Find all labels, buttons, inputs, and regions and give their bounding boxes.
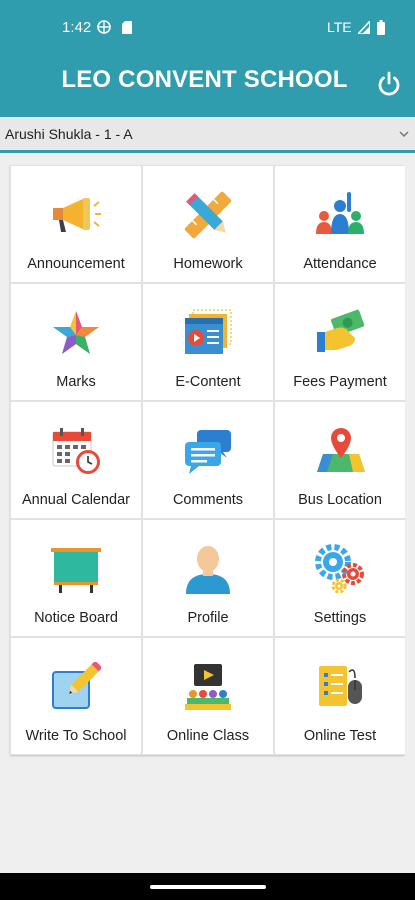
menu-label: Comments: [172, 492, 244, 508]
menu-label: Write To School: [25, 728, 127, 744]
status-bar: 1:42 LTE: [0, 0, 415, 56]
globe-icon: [97, 20, 111, 34]
menu-write-to-school[interactable]: Write To School: [11, 638, 141, 754]
write-pencil-icon: [52, 662, 101, 709]
menu-label: Attendance: [303, 256, 377, 272]
money-hand-icon: [317, 309, 365, 352]
menu-label: Fees Payment: [293, 374, 387, 390]
menu-e-content[interactable]: E-Content: [143, 284, 273, 400]
menu-label: Online Class: [166, 728, 250, 744]
page-title: LEO CONVENT SCHOOL: [61, 66, 348, 93]
menu-bus-location[interactable]: Bus Location: [275, 402, 405, 518]
power-icon[interactable]: [375, 70, 403, 98]
chevron-down-icon: [399, 131, 409, 138]
menu-annual-calendar[interactable]: Annual Calendar: [11, 402, 141, 518]
menu-label: Bus Location: [298, 492, 382, 508]
online-class-icon: [185, 664, 231, 710]
star-icon: [53, 311, 99, 354]
attendance-icon: [316, 192, 364, 234]
signal-icon: [358, 21, 370, 34]
menu-profile[interactable]: Profile: [143, 520, 273, 636]
system-nav-bar: [0, 873, 415, 900]
gears-icon: [315, 544, 364, 594]
menu-marks[interactable]: Marks: [11, 284, 141, 400]
home-gesture-bar[interactable]: [150, 885, 266, 889]
selected-student: Arushi Shukla - 1 - A: [5, 126, 133, 142]
map-pin-icon: [317, 428, 365, 472]
test-mouse-icon: [319, 666, 362, 706]
menu-label: Online Test: [303, 728, 377, 744]
menu-attendance[interactable]: Attendance: [275, 166, 405, 282]
app-header: 1:42 LTE LEO CONVENT SCHOOL: [0, 0, 415, 117]
status-time: 1:42: [62, 19, 92, 36]
menu-label: Homework: [173, 256, 243, 272]
student-selector[interactable]: Arushi Shukla - 1 - A: [0, 117, 415, 153]
menu-label: Profile: [187, 610, 229, 626]
menu-label: Settings: [313, 610, 367, 626]
menu-label: Annual Calendar: [21, 492, 131, 508]
menu-notice-board[interactable]: Notice Board: [11, 520, 141, 636]
menu-label: Announcement: [27, 256, 125, 272]
sdcard-icon: [122, 21, 132, 34]
menu-fees-payment[interactable]: Fees Payment: [275, 284, 405, 400]
menu-online-class[interactable]: Online Class: [143, 638, 273, 754]
notice-board-icon: [51, 548, 101, 593]
menu-announcement[interactable]: Announcement: [11, 166, 141, 282]
menu-homework[interactable]: Homework: [143, 166, 273, 282]
megaphone-icon: [53, 198, 101, 232]
menu-online-test[interactable]: Online Test: [275, 638, 405, 754]
network-type: LTE: [327, 19, 352, 35]
menu-label: Marks: [56, 374, 96, 390]
chat-bubbles-icon: [185, 430, 231, 474]
menu-comments[interactable]: Comments: [143, 402, 273, 518]
video-content-icon: [185, 309, 232, 354]
menu-label: Notice Board: [34, 610, 118, 626]
calendar-clock-icon: [52, 428, 100, 474]
menu-settings[interactable]: Settings: [275, 520, 405, 636]
title-bar: LEO CONVENT SCHOOL: [0, 56, 415, 117]
user-icon: [186, 546, 230, 594]
menu-grid: Announcement Homework Attendance Marks E…: [10, 165, 405, 755]
battery-icon: [377, 20, 385, 35]
pencil-ruler-icon: [184, 191, 232, 239]
menu-label: E-Content: [175, 374, 241, 390]
